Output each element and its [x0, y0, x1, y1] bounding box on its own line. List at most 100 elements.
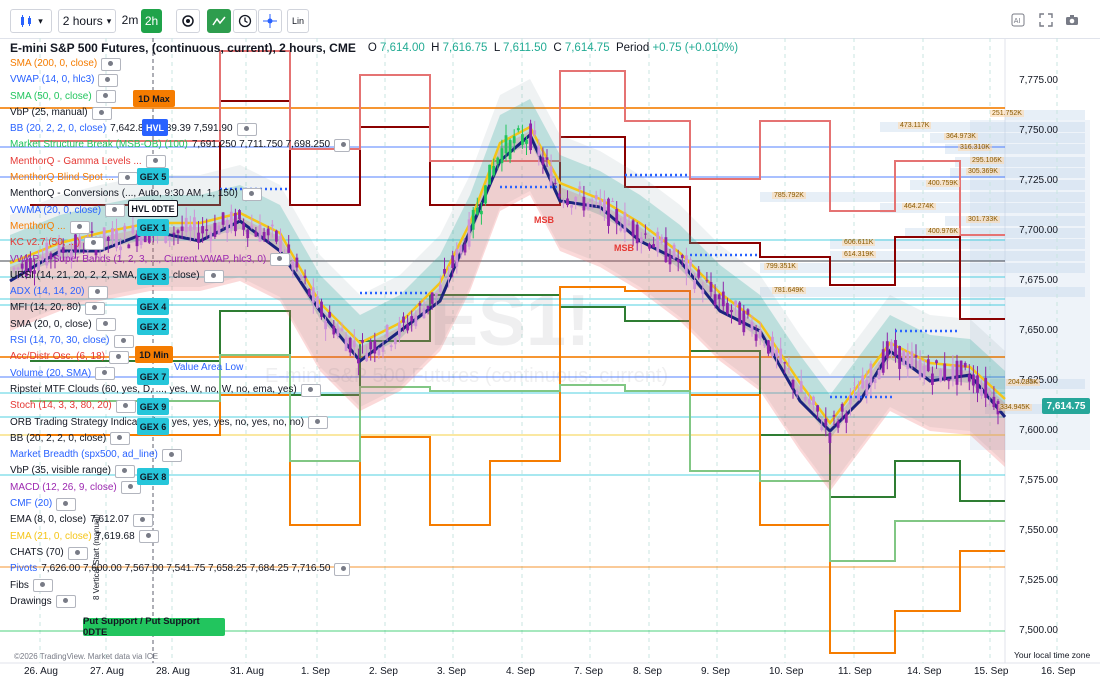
- eye-icon[interactable]: [110, 432, 131, 446]
- timeframe-2m-button[interactable]: 2m: [118, 9, 142, 31]
- legend-row[interactable]: Ripster MTF Clouds (60, yes, D, ..., yes…: [10, 382, 350, 398]
- eye-icon[interactable]: [109, 350, 130, 364]
- timezone-label[interactable]: Your local time zone: [1014, 650, 1090, 660]
- eye-icon[interactable]: [133, 513, 154, 527]
- eye-icon[interactable]: [85, 302, 106, 316]
- replay-button[interactable]: [233, 9, 257, 33]
- indicator-name: VbP (25, manual): [10, 106, 88, 118]
- legend-row[interactable]: KC v2.7 (50, ...): [10, 235, 350, 251]
- eye-icon[interactable]: [114, 465, 135, 479]
- legend-row[interactable]: RSI (14, 70, 30, close): [10, 333, 350, 349]
- legend-row[interactable]: Pivots 7,626.00 7,600.00 7,567.00 7,541.7…: [10, 561, 350, 577]
- high-label: H: [431, 41, 440, 54]
- legend-row[interactable]: ADX (14, 14, 20): [10, 284, 350, 300]
- candle-body: [803, 396, 807, 401]
- volume-profile-label: 295.106K: [970, 157, 1004, 164]
- legend-row[interactable]: MenthorQ - Gamma Levels ...: [10, 154, 350, 170]
- eye-icon[interactable]: [95, 367, 116, 381]
- candle-body: [570, 205, 573, 208]
- legend-row[interactable]: CMF (20): [10, 496, 350, 512]
- eye-icon[interactable]: [270, 253, 291, 267]
- eye-icon[interactable]: [98, 73, 119, 87]
- legend-row[interactable]: ORB Trading Strategy Indicator (no, yes,…: [10, 415, 350, 431]
- legend-row[interactable]: VbP (35, visible range): [10, 463, 350, 479]
- eye-icon[interactable]: [145, 155, 166, 169]
- indicator-list: SMA (200, 0, close) VWAP (14, 0, hlc3) SMA…: [10, 56, 350, 610]
- lin-scale-button[interactable]: Lin: [287, 9, 309, 33]
- legend-row[interactable]: VWAP ... Super Bands (1, 2, 3, ..., Curr…: [10, 252, 350, 268]
- eye-icon[interactable]: [334, 562, 350, 576]
- eye-icon[interactable]: [69, 220, 90, 234]
- legend-row[interactable]: EMA (8, 0, close) 7,612.07: [10, 512, 350, 528]
- settings-button[interactable]: [176, 9, 200, 33]
- legend-row[interactable]: VWMA (20, 0, close): [10, 203, 350, 219]
- candle-body: [701, 289, 705, 294]
- legend-row[interactable]: EMA (21, 0, close) 7,619.68: [10, 529, 350, 545]
- time-axis-label: 7. Sep: [574, 666, 603, 677]
- legend-row[interactable]: BB (20, 2, 2, 0, close): [10, 431, 350, 447]
- eye-icon[interactable]: [241, 188, 262, 202]
- crosshair-button[interactable]: [258, 9, 282, 33]
- legend-row[interactable]: Drawings: [10, 594, 350, 610]
- gear-icon: [182, 15, 194, 27]
- candle-body: [853, 387, 856, 389]
- time-axis-label: 4. Sep: [506, 666, 535, 677]
- eye-icon[interactable]: [113, 334, 134, 348]
- indicators-button[interactable]: [207, 9, 231, 33]
- legend-row[interactable]: SMA (200, 0, close): [10, 56, 350, 72]
- eye-icon[interactable]: [138, 530, 159, 544]
- eye-icon[interactable]: [95, 318, 116, 332]
- candle-body: [816, 405, 819, 412]
- volume-profile-label: 464.274K: [902, 203, 936, 210]
- legend-row[interactable]: MFI (14, 20, 80): [10, 300, 350, 316]
- legend-row[interactable]: URSI (14, 21, 20, 2, 2, SMA, 80, 20, clo…: [10, 268, 350, 284]
- eye-icon[interactable]: [101, 57, 122, 71]
- legend-row[interactable]: CHATS (70): [10, 545, 350, 561]
- candle-body: [898, 346, 901, 369]
- screenshot-button[interactable]: [1064, 9, 1080, 31]
- legend-row[interactable]: SMA (50, 0, close): [10, 89, 350, 105]
- eye-icon[interactable]: [115, 399, 136, 413]
- eye-icon[interactable]: [56, 497, 77, 511]
- interval-dropdown[interactable]: 2 hours ▾: [58, 9, 116, 33]
- eye-icon[interactable]: [117, 171, 138, 185]
- eye-icon[interactable]: [67, 546, 88, 560]
- indicator-values: 7,691.250 7,711.750 7,698.250: [191, 139, 331, 151]
- legend-row[interactable]: Market Breadth (spx500, ad_line): [10, 447, 350, 463]
- eye-icon[interactable]: [84, 236, 105, 250]
- eye-icon[interactable]: [203, 269, 224, 283]
- legend-row[interactable]: BB (20, 2, 2, 0, close) 7,642.83 7,689.39…: [10, 121, 350, 137]
- candle-body: [738, 302, 742, 325]
- legend-row[interactable]: VbP (25, manual): [10, 105, 350, 121]
- legend-row[interactable]: VWAP (14, 0, hlc3): [10, 72, 350, 88]
- eye-icon[interactable]: [236, 122, 257, 136]
- time-axis-label: 31. Aug: [230, 666, 264, 677]
- fullscreen-button[interactable]: [1038, 9, 1054, 31]
- eye-icon[interactable]: [161, 448, 182, 462]
- eye-icon[interactable]: [32, 579, 53, 593]
- legend-row[interactable]: SMA (20, 0, close): [10, 317, 350, 333]
- eye-icon[interactable]: [334, 139, 350, 153]
- candle-body: [972, 374, 975, 386]
- eye-icon[interactable]: [308, 416, 329, 430]
- legend-row[interactable]: Fibs: [10, 578, 350, 594]
- legend-row[interactable]: Stoch (14, 3, 3, 80, 20): [10, 398, 350, 414]
- eye-icon[interactable]: [91, 106, 112, 120]
- eye-icon[interactable]: [300, 383, 321, 397]
- eye-icon[interactable]: [55, 595, 76, 609]
- legend-row[interactable]: MenthorQ - Conversions (..., Auto, 9:30 …: [10, 186, 350, 202]
- price-axis-label: 7,525.00: [1019, 575, 1058, 586]
- legend-row[interactable]: MenthorQ ...: [10, 219, 350, 235]
- eye-icon[interactable]: [88, 285, 109, 299]
- legend-row[interactable]: MACD (12, 26, 9, close): [10, 480, 350, 496]
- time-axis-label: 8. Sep: [633, 666, 662, 677]
- legend-row[interactable]: Market Structure Break (MSB-OB) (100) 7,6…: [10, 137, 350, 153]
- legend-row[interactable]: MenthorQ Blind Spot ...: [10, 170, 350, 186]
- eye-icon[interactable]: [105, 204, 126, 218]
- candle-body: [918, 359, 922, 378]
- ai-button[interactable]: AI: [1010, 9, 1026, 31]
- indicator-name: VWAP ... Super Bands (1, 2, 3, ..., Curr…: [10, 253, 267, 265]
- timeframe-2h-button[interactable]: 2h: [141, 9, 162, 33]
- symbol-selector-button[interactable]: ▾: [10, 9, 52, 33]
- eye-icon[interactable]: [95, 90, 116, 104]
